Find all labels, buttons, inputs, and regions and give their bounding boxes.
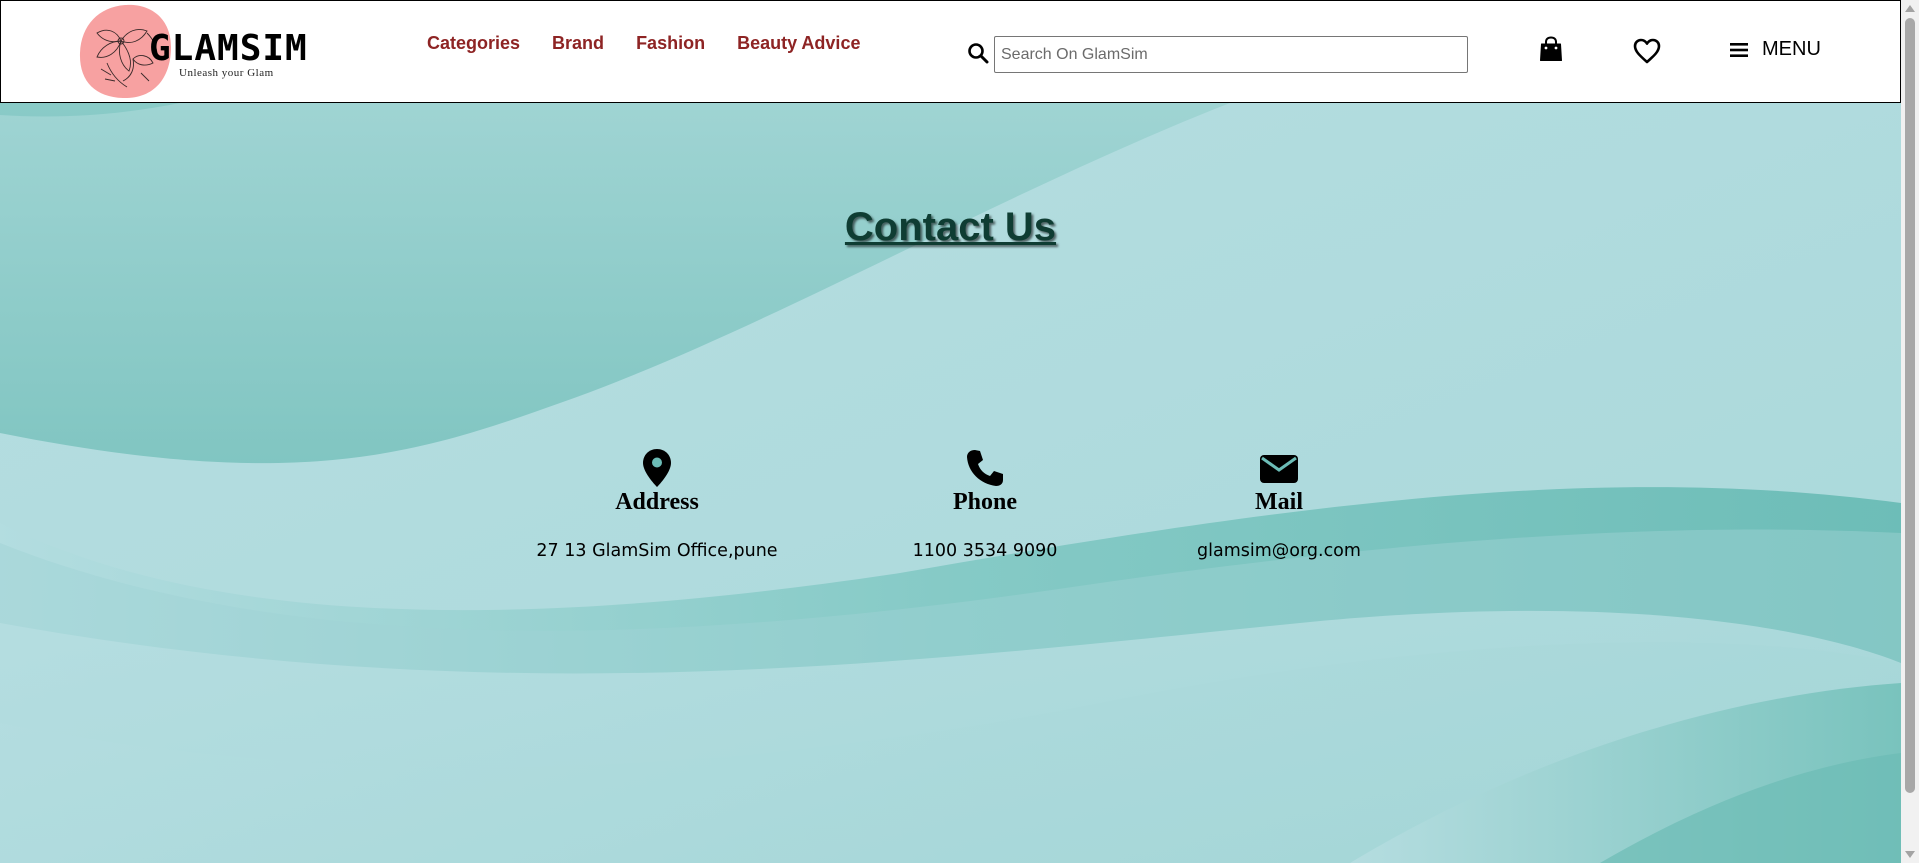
mail-label: Mail: [1255, 489, 1303, 515]
brand-tagline: Unleash your Glam: [179, 67, 274, 79]
address-value: 27 13 GlamSim Office,pune: [536, 541, 778, 561]
contact-address: Address 27 13 GlamSim Office,pune: [507, 448, 807, 561]
menu-label: MENU: [1762, 38, 1821, 60]
phone-icon: [967, 450, 1003, 486]
phone-label: Phone: [952, 489, 1017, 515]
hamburger-icon: [1730, 42, 1748, 57]
nav-item-brand[interactable]: Brand: [552, 33, 604, 54]
map-pin-icon: [643, 449, 671, 487]
scroll-down-arrow-icon[interactable]: [1905, 851, 1915, 859]
nav-item-beauty-advice[interactable]: Beauty Advice: [737, 33, 860, 54]
shopping-bag-icon[interactable]: [1539, 36, 1563, 62]
scrollbar-thumb[interactable]: [1905, 18, 1915, 793]
page-title: Contact Us: [844, 205, 1057, 249]
main-nav: Categories Brand Fashion Beauty Advice: [427, 33, 860, 54]
search-input[interactable]: [994, 36, 1468, 73]
scroll-up-arrow-icon[interactable]: [1905, 4, 1915, 12]
site-header: GLAMSIM Unleash your Glam Categories Bra…: [0, 0, 1901, 103]
contact-phone: Phone 1100 3534 9090: [835, 448, 1135, 561]
search-icon[interactable]: [967, 42, 989, 64]
page: GLAMSIM Unleash your Glam Categories Bra…: [0, 0, 1919, 863]
mail-value[interactable]: glamsim@org.com: [1129, 541, 1429, 561]
phone-value[interactable]: 1100 3534 9090: [835, 541, 1135, 561]
menu-button[interactable]: MENU: [1730, 38, 1821, 61]
nav-item-categories[interactable]: Categories: [427, 33, 520, 54]
address-label: Address: [615, 489, 699, 515]
brand-logo[interactable]: GLAMSIM Unleash your Glam: [77, 3, 317, 101]
envelope-icon: [1260, 455, 1298, 483]
vertical-scrollbar[interactable]: [1901, 0, 1919, 863]
nav-item-fashion[interactable]: Fashion: [636, 33, 705, 54]
heart-icon[interactable]: [1633, 38, 1661, 64]
contact-mail: Mail glamsim@org.com: [1129, 448, 1429, 561]
brand-name: GLAMSIM: [149, 28, 308, 69]
